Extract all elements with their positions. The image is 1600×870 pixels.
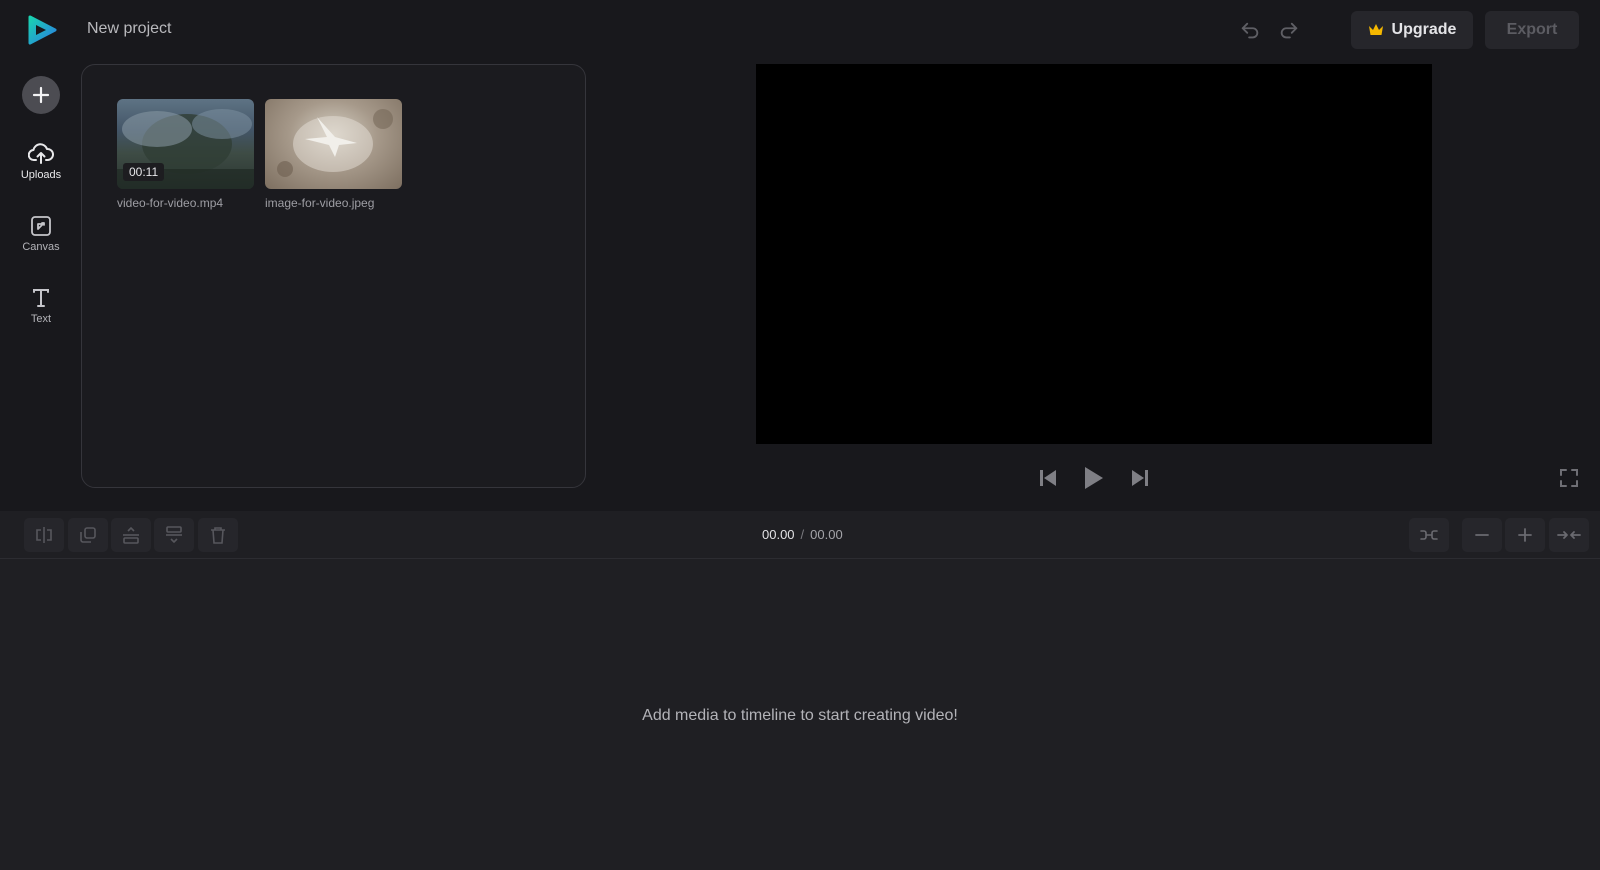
layer-up-icon: [123, 526, 139, 544]
play-icon[interactable]: [1079, 464, 1107, 492]
fit-icon: [1420, 530, 1438, 540]
skip-forward-icon[interactable]: [1126, 464, 1154, 492]
fit-timeline-button[interactable]: [1409, 518, 1449, 552]
duplicate-icon: [80, 527, 96, 543]
media-item-video[interactable]: 00:11 video-for-video.mp4: [117, 99, 254, 210]
text-icon: [30, 287, 52, 309]
video-duration-badge: 00:11: [123, 163, 165, 181]
skip-back-icon[interactable]: [1034, 464, 1062, 492]
video-thumbnail[interactable]: 00:11: [117, 99, 254, 189]
layer-down-icon: [166, 526, 182, 544]
arrows-inward-icon: [1557, 531, 1581, 539]
undo-icon[interactable]: [1237, 18, 1263, 44]
sidebar-item-label: Canvas: [22, 241, 60, 253]
image-thumbnail[interactable]: [265, 99, 402, 189]
app-logo-icon[interactable]: [26, 14, 58, 46]
timeline-area[interactable]: Add media to timeline to start creating …: [0, 559, 1600, 870]
crown-icon: [1368, 23, 1384, 37]
sidebar-item-label: Uploads: [20, 169, 62, 181]
split-icon: [36, 527, 52, 543]
left-sidebar: Uploads Canvas Text: [0, 60, 82, 510]
project-title[interactable]: New project: [87, 20, 171, 38]
top-bar: New project Upgrade Export: [0, 0, 1600, 60]
minus-icon: [1475, 534, 1489, 536]
delete-button[interactable]: [198, 518, 238, 552]
uploads-panel: 00:11 video-for-video.mp4 image-for-vide…: [81, 64, 586, 488]
sidebar-item-text[interactable]: Text: [10, 287, 72, 341]
video-editor-app: New project Upgrade Export Uploads Canva…: [0, 0, 1600, 870]
zoom-out-button[interactable]: [1462, 518, 1502, 552]
collapse-timeline-button[interactable]: [1549, 518, 1589, 552]
timeline-empty-message: Add media to timeline to start creating …: [642, 707, 958, 724]
bring-up-button[interactable]: [111, 518, 151, 552]
plus-icon: [1518, 528, 1532, 542]
redo-icon[interactable]: [1276, 18, 1302, 44]
timecode-display: 00.00 / 00.00: [762, 527, 843, 542]
split-button[interactable]: [24, 518, 64, 552]
upload-cloud-icon: [28, 143, 54, 165]
sidebar-item-canvas[interactable]: Canvas: [10, 215, 72, 269]
timeline-toolbar: 00.00 / 00.00: [0, 511, 1600, 559]
upgrade-label: Upgrade: [1391, 21, 1457, 38]
media-filename: image-for-video.jpeg: [265, 196, 375, 210]
sidebar-item-uploads[interactable]: Uploads: [10, 143, 72, 197]
canvas-icon: [30, 215, 52, 237]
export-button[interactable]: Export: [1485, 11, 1579, 49]
zoom-in-button[interactable]: [1505, 518, 1545, 552]
media-filename: video-for-video.mp4: [117, 196, 224, 210]
fullscreen-icon[interactable]: [1555, 464, 1583, 492]
total-time: 00.00: [810, 527, 843, 542]
add-media-button[interactable]: [22, 76, 60, 114]
media-item-image[interactable]: image-for-video.jpeg: [265, 99, 402, 210]
time-separator: /: [800, 527, 805, 542]
current-time: 00.00: [762, 527, 795, 542]
trash-icon: [211, 527, 225, 544]
sidebar-item-label: Text: [30, 313, 52, 325]
plus-icon: [32, 86, 50, 104]
upgrade-button[interactable]: Upgrade: [1351, 11, 1473, 49]
duplicate-button[interactable]: [68, 518, 108, 552]
send-down-button[interactable]: [154, 518, 194, 552]
video-preview-canvas[interactable]: [756, 64, 1432, 444]
